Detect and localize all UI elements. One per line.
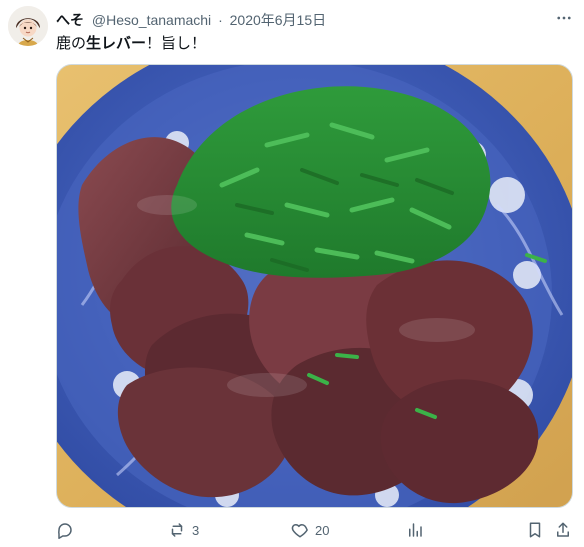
repost-count: 3: [192, 522, 200, 538]
separator-dot: ·: [218, 12, 223, 28]
reply-button[interactable]: [56, 516, 80, 544]
photo-deer-liver-plate: [57, 65, 572, 507]
tweet-header: へそ @Heso_tanamachi · 2020年6月15日: [56, 10, 572, 30]
views-icon: [409, 523, 422, 537]
tweet-text-suffix: ！旨し！: [146, 35, 207, 52]
share-button[interactable]: [554, 516, 572, 544]
tweet-text: 鹿の生レバー！旨し！: [56, 34, 206, 54]
tweet-photo[interactable]: [56, 64, 573, 508]
more-button[interactable]: [552, 8, 576, 28]
avatar[interactable]: [8, 6, 48, 46]
display-name[interactable]: へそ: [56, 12, 84, 28]
heart-icon: [291, 524, 308, 538]
repost-icon: [171, 523, 183, 537]
reply-icon: [58, 523, 72, 539]
post-date[interactable]: 2020年6月15日: [230, 12, 327, 28]
bookmark-icon: [529, 522, 541, 538]
tweet-card: へそ @Heso_tanamachi · 2020年6月15日 鹿の生レバー！旨…: [0, 0, 584, 547]
user-handle[interactable]: @Heso_tanamachi: [92, 12, 211, 28]
tweet-text-bold: 生レバー: [86, 35, 147, 52]
more-icon: [557, 16, 571, 20]
repost-button[interactable]: 3: [168, 516, 199, 544]
bookmark-button[interactable]: [526, 516, 544, 544]
views-button[interactable]: [406, 516, 430, 544]
like-count: 20: [315, 522, 330, 538]
tweet-actions: 3 20: [56, 516, 582, 544]
avatar-illustration: [8, 6, 48, 46]
tweet-text-prefix: 鹿の: [56, 35, 87, 52]
like-button[interactable]: 20: [291, 516, 329, 544]
share-icon: [557, 522, 569, 537]
